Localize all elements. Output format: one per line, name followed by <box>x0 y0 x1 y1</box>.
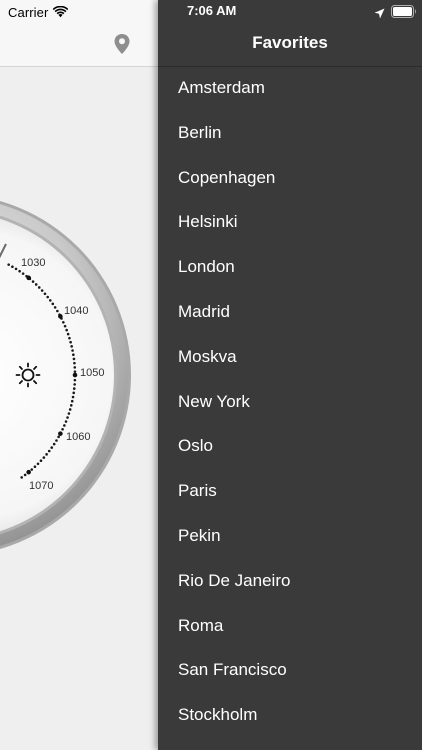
gauge-scale-dot <box>73 383 76 386</box>
gauge-scale-dot <box>14 267 18 271</box>
gauge-scale-dot <box>70 345 73 348</box>
carrier-label: Carrier <box>8 4 49 20</box>
favorite-city-item[interactable]: Helsinki <box>158 200 422 245</box>
gauge-scale-dot <box>70 399 74 403</box>
gauge-scale-dot <box>66 416 69 419</box>
status-time: 7:06 AM <box>187 3 237 18</box>
gauge-scale-dot <box>72 353 75 356</box>
favorites-list: Amsterdam Berlin Copenhagen Helsinki Lon… <box>158 66 422 738</box>
gauge-scale-dot <box>56 309 59 313</box>
gauge-scale-dot <box>47 449 51 453</box>
gauge-scale-dot <box>48 299 52 302</box>
location-pin-icon[interactable] <box>113 33 131 55</box>
location-arrow-icon <box>374 6 385 19</box>
gauge-scale-major-tick <box>58 431 63 436</box>
gauge-scale-dot <box>55 439 58 442</box>
gauge-scale-dot <box>73 361 76 365</box>
gauge-scale-dot <box>21 272 25 275</box>
favorite-city-item[interactable]: Berlin <box>158 111 422 156</box>
favorite-city-item[interactable]: Amsterdam <box>158 66 422 111</box>
gauge-scale-dot <box>61 428 64 431</box>
app-screen: Carrier 1030 1040 1050 1060 1070 7:06 AM… <box>0 0 422 750</box>
gauge-scale-dot <box>72 387 76 390</box>
gauge-scale-dot <box>11 265 14 268</box>
gauge-scale-dot <box>68 336 71 340</box>
gauge-scale-dot <box>68 408 72 411</box>
favorite-city-item[interactable]: Madrid <box>158 290 422 335</box>
gauge-scale-dot <box>62 320 65 324</box>
gauge-scale-dot <box>65 328 68 332</box>
gauge-scale-dot <box>36 462 40 466</box>
main-panel: Carrier 1030 1040 1050 1060 1070 <box>0 0 158 750</box>
favorite-city-item[interactable]: Copenhagen <box>158 156 422 201</box>
gauge-tick-label: 1050 <box>80 367 104 379</box>
gauge-tick-label: 1060 <box>66 431 90 443</box>
favorite-city-item[interactable]: Pekin <box>158 514 422 559</box>
gauge-scale-dot <box>52 442 56 446</box>
gauge-scale-dot <box>45 453 48 456</box>
barometer-gauge: 1030 1040 1050 1060 1070 <box>0 66 158 750</box>
status-bar-left: Carrier <box>8 3 69 21</box>
favorite-city-item[interactable]: Rio De Janeiro <box>158 559 422 604</box>
gauge-scale-dot <box>37 286 41 289</box>
gauge-scale-dot <box>73 378 77 382</box>
gauge-scale-major-tick <box>58 314 63 319</box>
gauge-scale-dot <box>50 446 54 449</box>
gauge-scale-dot <box>51 302 55 306</box>
gauge-tick-label: 1030 <box>21 257 45 269</box>
wifi-icon <box>53 6 69 18</box>
gauge-scale-dot <box>18 269 21 273</box>
gauge-scale-dot <box>39 459 43 463</box>
favorite-city-item[interactable]: Moskva <box>158 335 422 380</box>
favorite-city-item[interactable]: San Francisco <box>158 648 422 693</box>
gauge-scale-dot <box>31 280 35 283</box>
gauge-scale-major-tick <box>26 469 31 475</box>
gauge-scale-dot <box>69 340 72 344</box>
gauge-scale-dot <box>20 476 24 479</box>
gauge-scale-dot <box>63 424 66 427</box>
gauge-scale-dot <box>34 283 38 286</box>
favorite-city-item[interactable]: Paris <box>158 469 422 514</box>
gauge-tick-label: 1040 <box>64 305 88 317</box>
favorites-panel: 7:06 AM Favorites Amsterdam Berlin Copen… <box>158 0 422 750</box>
gauge-scale-dot <box>66 332 70 336</box>
gauge-scale-major-tick <box>26 275 31 281</box>
gauge-scale-dot <box>30 468 34 471</box>
gauge-scale-dot <box>40 289 44 292</box>
favorite-city-item[interactable]: Stockholm <box>158 693 422 738</box>
gauge-scale-dot <box>23 473 27 477</box>
main-navbar: Carrier <box>0 0 158 67</box>
favorite-city-item[interactable]: Oslo <box>158 424 422 469</box>
gauge-scale-dot <box>69 404 73 407</box>
gauge-tick-label: 1070 <box>29 480 53 492</box>
gauge-scale-dot <box>33 465 37 469</box>
gauge-scale-dot <box>71 395 75 399</box>
gauge-scale-dot <box>63 324 67 328</box>
gauge-scale-dot <box>73 366 77 369</box>
gauge-scale-dot <box>42 456 46 459</box>
gauge-scale-dot <box>67 412 71 415</box>
gauge-scale-dot <box>53 306 57 309</box>
gauge-scale-dot <box>64 420 68 423</box>
favorite-city-item[interactable]: London <box>158 245 422 290</box>
gauge-scale-dot <box>73 370 77 373</box>
favorite-city-item[interactable]: Roma <box>158 604 422 649</box>
gauge-scale-dot <box>46 295 49 299</box>
gauge-scale-dot <box>72 391 76 395</box>
favorite-city-item[interactable]: New York <box>158 380 422 425</box>
gauge-scale-dot <box>43 292 47 296</box>
favorites-title: Favorites <box>252 33 328 52</box>
gauge-scale-dot <box>57 435 60 439</box>
status-bar-right: 7:06 AM <box>158 3 422 21</box>
gauge-scale-major-tick <box>72 372 78 378</box>
battery-icon <box>391 5 417 18</box>
gauge-scale-dot <box>71 349 74 352</box>
gauge-scale-dot <box>72 357 76 361</box>
gauge-scale-dot <box>7 263 10 266</box>
